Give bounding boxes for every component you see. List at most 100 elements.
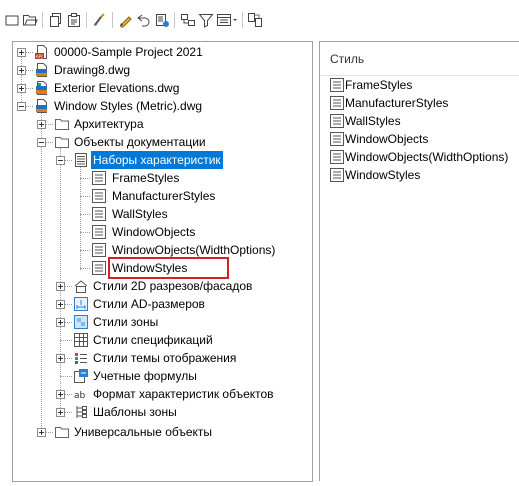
- synchronize-icon[interactable]: [247, 12, 263, 28]
- column-header-style[interactable]: Стиль: [320, 42, 519, 76]
- expand-toggle[interactable]: [56, 354, 65, 363]
- expand-toggle[interactable]: [17, 48, 26, 57]
- tree-connector: [21, 52, 22, 106]
- tree-item-manufacturerstyles[interactable]: ManufacturerStyles: [110, 187, 217, 205]
- tree-item-section-styles[interactable]: Стили 2D разрезов/фасадов: [91, 277, 254, 295]
- collapse-toggle[interactable]: [56, 156, 65, 165]
- tree-item-documentation-objects[interactable]: Объекты документации: [72, 133, 208, 151]
- display-theme-icon: [73, 350, 89, 366]
- new-icon[interactable]: [4, 12, 20, 28]
- property-set-icon: [329, 149, 345, 165]
- project-tree-pane[interactable]: APJ 00000-Sample Project 2021 Drawing8.d…: [12, 41, 313, 482]
- open-icon[interactable]: [22, 12, 38, 28]
- dimension-style-icon: [73, 296, 89, 312]
- property-sets-icon: [73, 152, 89, 168]
- filter-icon[interactable]: [198, 12, 214, 28]
- tree-item-wallstyles[interactable]: WallStyles: [110, 205, 170, 223]
- property-set-icon: [91, 206, 107, 222]
- expand-toggle[interactable]: [17, 84, 26, 93]
- tree-connector: [80, 268, 90, 269]
- tree-connector: [80, 166, 81, 270]
- collapse-toggle[interactable]: [17, 102, 26, 111]
- dwg-file-icon: [34, 80, 50, 96]
- property-set-icon: [91, 224, 107, 240]
- expand-toggle[interactable]: [37, 120, 46, 129]
- tree-item-project[interactable]: 00000-Sample Project 2021: [52, 43, 205, 61]
- tree-connector: [80, 178, 90, 179]
- edit-icon[interactable]: [118, 12, 134, 28]
- tree-connector: [60, 376, 72, 377]
- tree-item-windowstyles[interactable]: WindowStyles: [108, 257, 229, 279]
- toolbar-separator: [42, 12, 43, 28]
- toolbar-separator: [174, 12, 175, 28]
- view-dropdown-icon[interactable]: [216, 12, 238, 28]
- toolbar-separator: [86, 12, 87, 28]
- copy-icon[interactable]: [48, 12, 64, 28]
- tree-item-ad-dimension-styles[interactable]: Стили AD-размеров: [91, 295, 207, 313]
- formula-icon: [73, 368, 89, 384]
- project-file-icon: APJ: [34, 44, 50, 60]
- tree-item-windowobjects[interactable]: WindowObjects: [110, 223, 197, 241]
- format-icon: ab: [73, 386, 89, 402]
- schedule-style-icon: [73, 332, 89, 348]
- paste-icon[interactable]: [66, 12, 82, 28]
- svg-text:APJ: APJ: [36, 54, 43, 60]
- tree-item-schedule-styles[interactable]: Стили спецификаций: [91, 331, 215, 349]
- tree-connector: [80, 250, 90, 251]
- list-item-label: ManufacturerStyles: [345, 96, 449, 110]
- toolbar-separator: [242, 12, 243, 28]
- list-item-label: WallStyles: [345, 114, 401, 128]
- tree-item-framestyles[interactable]: FrameStyles: [110, 169, 181, 187]
- tree-item-property-data-formats[interactable]: Формат характеристик объектов: [91, 385, 276, 403]
- property-set-icon: [91, 170, 107, 186]
- expand-toggle[interactable]: [56, 318, 65, 327]
- view-toggle-icon[interactable]: [180, 12, 196, 28]
- property-set-icon: [91, 188, 107, 204]
- undo-icon[interactable]: [136, 12, 152, 28]
- property-set-icon: [91, 260, 107, 276]
- tree-item-drawing8[interactable]: Drawing8.dwg: [52, 61, 132, 79]
- svg-text:ab: ab: [74, 391, 86, 401]
- list-item-label: WindowStyles: [345, 168, 421, 182]
- toolbar-separator: [112, 12, 113, 28]
- zone-template-icon: [73, 404, 89, 420]
- tree-connector: [80, 196, 90, 197]
- tree-item-accounting-formulas[interactable]: Учетные формулы: [91, 367, 199, 385]
- property-set-icon: [329, 95, 345, 111]
- tree-item-exterior-elevations[interactable]: Exterior Elevations.dwg: [52, 79, 181, 97]
- property-set-icon: [329, 113, 345, 129]
- tree-item-zone-templates[interactable]: Шаблоны зоны: [91, 403, 179, 421]
- tree-item-zone-styles[interactable]: Стили зоны: [91, 313, 160, 331]
- tree-item-architecture[interactable]: Архитектура: [72, 115, 146, 133]
- properties-icon[interactable]: [154, 12, 170, 28]
- expand-toggle[interactable]: [56, 300, 65, 309]
- tree-item-window-styles-dwg[interactable]: Window Styles (Metric).dwg: [52, 97, 204, 115]
- tree-item-multi-purpose-objects[interactable]: Универсальные объекты: [72, 423, 214, 441]
- tree-item-windowobjects-widthoptions[interactable]: WindowObjects(WidthOptions): [110, 241, 277, 259]
- list-item-label: WindowObjects: [345, 132, 429, 146]
- expand-toggle[interactable]: [56, 390, 65, 399]
- property-set-icon: [329, 167, 345, 183]
- toolbar: [0, 0, 519, 34]
- tree-connector: [60, 340, 72, 341]
- property-set-icon: [329, 77, 345, 93]
- expand-toggle[interactable]: [56, 282, 65, 291]
- zone-style-icon: [73, 314, 89, 330]
- tree-item-property-sets[interactable]: Наборы характеристик: [91, 151, 223, 169]
- folder-icon: [54, 424, 70, 440]
- style-list-pane[interactable]: Стиль FrameStyles ManufacturerStyles Wal…: [319, 41, 519, 481]
- tree-connector: [80, 214, 90, 215]
- collapse-toggle[interactable]: [37, 138, 46, 147]
- expand-toggle[interactable]: [17, 66, 26, 75]
- tree-connector: [60, 148, 61, 414]
- purge-icon[interactable]: [92, 12, 108, 28]
- dwg-file-icon: [34, 62, 50, 78]
- tree-item-display-theme-styles[interactable]: Стили темы отображения: [91, 349, 238, 367]
- property-set-icon: [329, 131, 345, 147]
- dwg-file-icon: [34, 98, 50, 114]
- expand-toggle[interactable]: [37, 428, 46, 437]
- tree-connector: [41, 112, 42, 432]
- folder-icon: [54, 116, 70, 132]
- expand-toggle[interactable]: [56, 408, 65, 417]
- tree-connector: [80, 232, 90, 233]
